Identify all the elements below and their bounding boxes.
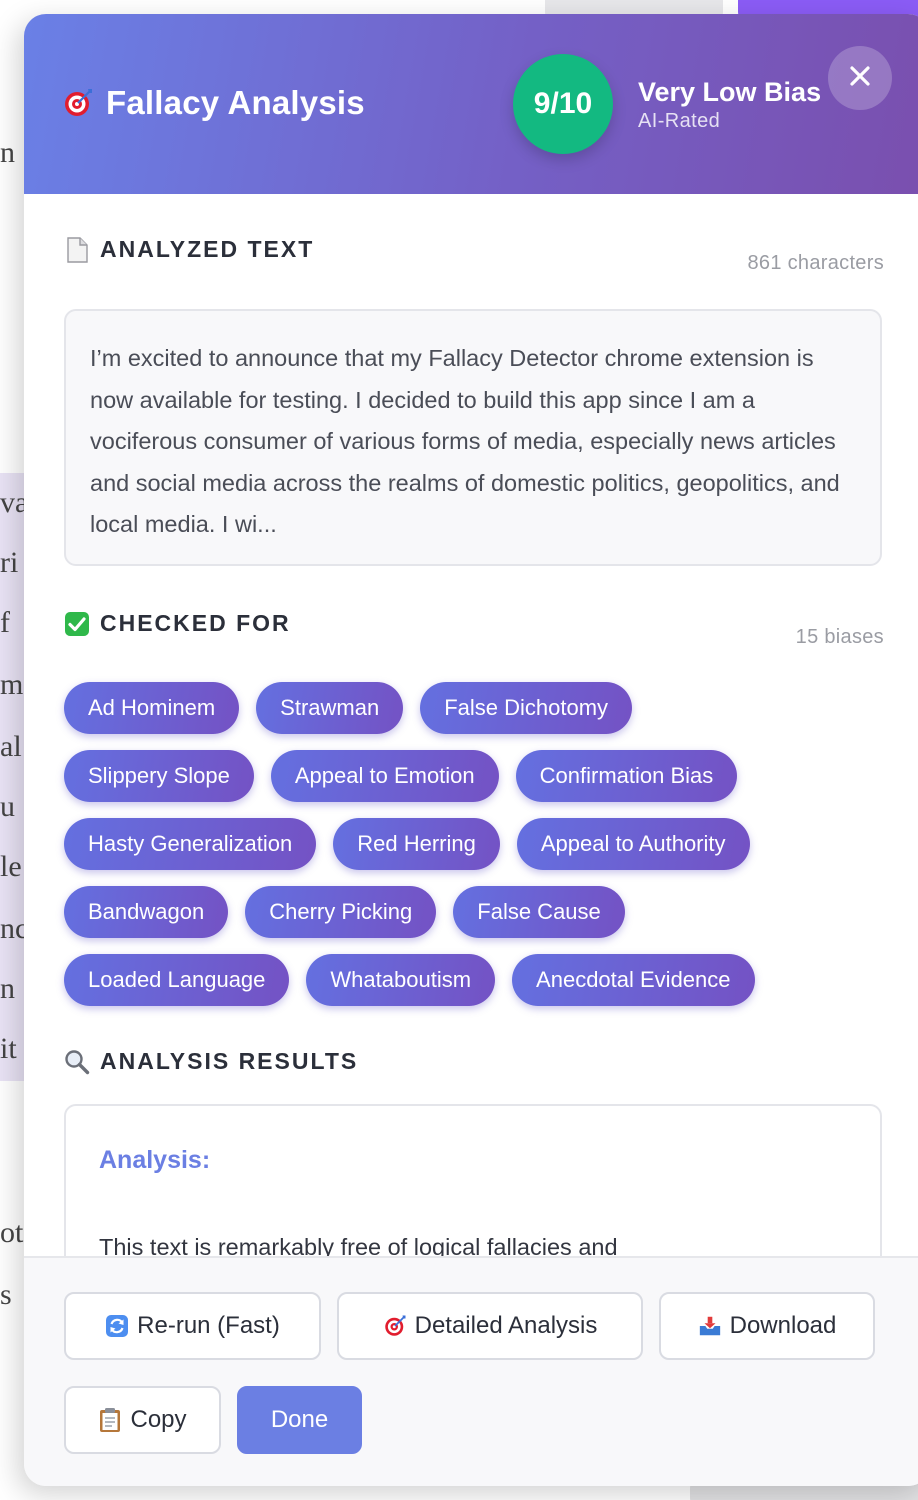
check-icon [64,611,90,637]
analyzed-text-heading: ANALYZED TEXT [64,236,314,263]
score-badge: 9/10 [513,54,613,154]
bias-chip: False Cause [453,886,625,938]
checked-for-heading: CHECKED FOR [64,610,291,637]
copy-button[interactable]: Copy [64,1386,221,1454]
bias-chip: Ad Hominem [64,682,240,734]
background-text: f [0,606,10,639]
bias-rating-source: AI-Rated [638,110,721,132]
chip-row: Loaded Language Whataboutism Anecdotal E… [64,954,894,1006]
copy-label: Copy [130,1406,187,1433]
clipboard-icon [98,1408,122,1432]
document-icon [64,236,90,263]
bias-chip: Bandwagon [64,886,229,938]
analysis-heading: Analysis: [99,1146,211,1174]
bias-chip: Hasty Generalization [64,818,317,870]
rerun-button[interactable]: Re-run (Fast) [64,1292,321,1360]
bias-count: 15 biases [795,626,884,648]
bias-chip: Strawman [256,682,404,734]
background-text: it [0,1032,17,1065]
download-tray-icon [698,1314,722,1338]
chip-row: Ad Hominem Strawman False Dichotomy [64,682,894,734]
background-text: n [0,972,15,1005]
refresh-icon [105,1314,129,1338]
chip-row: Hasty Generalization Red Herring Appeal … [64,818,894,870]
done-label: Done [270,1406,329,1433]
bias-rating-label: Very Low Bias [638,77,822,107]
modal-header: Fallacy Analysis 9/10 Very Low Bias AI-R… [24,14,918,194]
modal-title-text: Fallacy Analysis [106,84,365,121]
background-text: u [0,790,15,823]
target-icon [383,1314,407,1338]
bias-chip: False Dichotomy [420,682,633,734]
fallacy-analysis-modal: Fallacy Analysis 9/10 Very Low Bias AI-R… [24,14,918,1486]
chip-row: Bandwagon Cherry Picking False Cause [64,886,894,938]
character-count: 861 characters [747,252,884,274]
download-label: Download [729,1312,837,1339]
bias-chip: Whataboutism [306,954,496,1006]
analyzed-text-content: I’m excited to announce that my Fallacy … [90,345,840,537]
close-button[interactable] [828,46,892,110]
target-icon [62,87,94,119]
background-text: n [0,136,15,169]
analysis-results-title: ANALYSIS RESULTS [100,1048,359,1074]
bias-chip: Loaded Language [64,954,290,1006]
modal-footer: Re-run (Fast) Detailed Analysis Download… [24,1256,918,1486]
background-text: ri [0,546,19,579]
close-icon [849,65,871,92]
background-text: le [0,850,22,883]
bias-chip: Appeal to Authority [516,818,750,870]
download-button[interactable]: Download [659,1292,875,1360]
analyzed-text-box: I’m excited to announce that my Fallacy … [64,309,882,566]
chip-row: Slippery Slope Appeal to Emotion Confirm… [64,750,894,802]
done-button[interactable]: Done [237,1386,362,1454]
background-text: ot [0,1216,24,1249]
detailed-analysis-button[interactable]: Detailed Analysis [337,1292,643,1360]
background-text: al [0,730,22,763]
background-text: s [0,1278,12,1311]
bias-chip: Red Herring [333,818,500,870]
analyzed-text-title: ANALYZED TEXT [100,236,315,262]
magnifier-icon [64,1049,90,1075]
bias-chip: Anecdotal Evidence [512,954,755,1006]
bias-chip-list: Ad Hominem Strawman False Dichotomy Slip… [64,682,894,1022]
bias-chip: Cherry Picking [245,886,437,938]
detailed-analysis-label: Detailed Analysis [414,1312,598,1339]
rerun-label: Re-run (Fast) [137,1312,280,1339]
checked-for-title: CHECKED FOR [100,610,291,636]
bias-chip: Appeal to Emotion [270,750,499,802]
modal-title: Fallacy Analysis [62,84,365,122]
background-text: m [0,668,24,701]
bias-chip: Confirmation Bias [515,750,738,802]
bias-chip: Slippery Slope [64,750,254,802]
analysis-results-heading: ANALYSIS RESULTS [64,1048,358,1075]
